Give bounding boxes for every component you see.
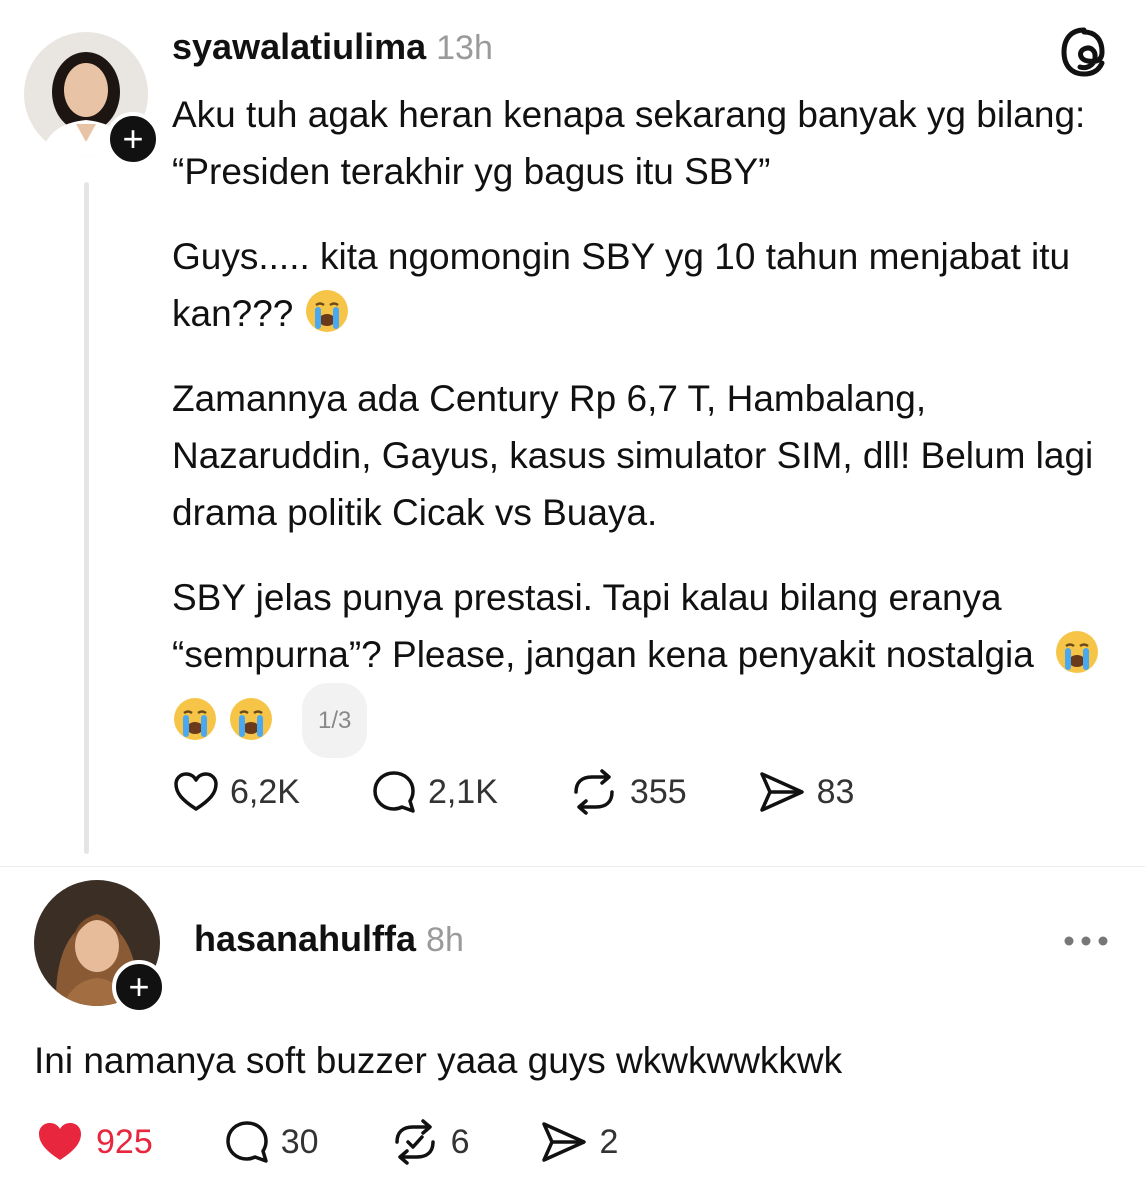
comment-bubble-icon xyxy=(225,1121,268,1163)
post-paragraph-text: SBY jelas punya prestasi. Tapi kalau bil… xyxy=(172,577,1034,675)
like-button[interactable]: 6,2K xyxy=(172,768,300,816)
reply-header: hasanahulffa 8h xyxy=(194,918,464,960)
post-actions: 6,2K 2,1K 355 83 xyxy=(172,768,924,816)
heart-icon xyxy=(174,772,218,811)
repost-button[interactable]: 6 xyxy=(389,1118,470,1166)
post-username[interactable]: syawalatiulima xyxy=(172,26,426,67)
heart-icon xyxy=(39,1123,81,1160)
post-paragraph: Aku tuh agak heran kenapa sekarang banya… xyxy=(172,94,1086,192)
repost-count: 355 xyxy=(629,772,687,811)
comment-count: 2,1K xyxy=(427,772,498,811)
reply-time: 8h xyxy=(426,921,464,959)
repost-icon xyxy=(574,769,614,815)
share-count: 2 xyxy=(599,1122,619,1161)
follow-plus-icon[interactable]: + xyxy=(112,960,166,1014)
comment-button[interactable]: 30 xyxy=(223,1118,319,1166)
post-time: 13h xyxy=(436,29,493,67)
follow-plus-icon[interactable]: + xyxy=(106,112,160,166)
loudly-crying-face-icon xyxy=(174,698,216,740)
loudly-crying-face-icon xyxy=(1056,631,1099,673)
send-icon xyxy=(542,1122,587,1162)
like-count: 925 xyxy=(96,1122,153,1161)
share-button[interactable]: 83 xyxy=(757,768,855,816)
repost-count: 6 xyxy=(450,1122,470,1161)
loudly-crying-face-icon xyxy=(230,698,272,740)
reply-text: Ini namanya soft buzzer yaaa guys wkwkww… xyxy=(34,1040,843,1081)
like-count: 6,2K xyxy=(230,772,300,811)
comment-bubble-icon xyxy=(373,771,415,813)
thread-line xyxy=(84,182,89,854)
repost-icon xyxy=(394,1119,435,1165)
post-header: syawalatiulima 13h xyxy=(172,26,493,68)
post-paragraph: Guys..... kita ngomongin SBY yg 10 tahun… xyxy=(172,228,1122,342)
reply-username[interactable]: hasanahulffa xyxy=(194,918,416,959)
reply-actions: 925 30 6 2 xyxy=(34,1118,688,1166)
repost-button[interactable]: 355 xyxy=(568,768,687,816)
share-count: 83 xyxy=(816,772,855,811)
comment-count: 30 xyxy=(280,1122,319,1161)
loudly-crying-face-icon xyxy=(305,290,348,332)
post-body: Aku tuh agak heran kenapa sekarang banya… xyxy=(172,86,1122,786)
like-button[interactable]: 925 xyxy=(34,1118,153,1166)
send-icon xyxy=(759,772,804,812)
threads-logo-icon[interactable] xyxy=(1058,26,1110,83)
page-indicator[interactable]: 1/3 xyxy=(302,683,368,758)
post-divider xyxy=(0,866,1145,867)
comment-button[interactable]: 2,1K xyxy=(370,768,498,816)
post-paragraph: SBY jelas punya prestasi. Tapi kalau bil… xyxy=(172,569,1122,758)
share-button[interactable]: 2 xyxy=(539,1118,618,1166)
post-paragraph: Zamannya ada Century Rp 6,7 T, Hambalang… xyxy=(172,378,1094,533)
more-dots-icon[interactable] xyxy=(1062,934,1110,953)
